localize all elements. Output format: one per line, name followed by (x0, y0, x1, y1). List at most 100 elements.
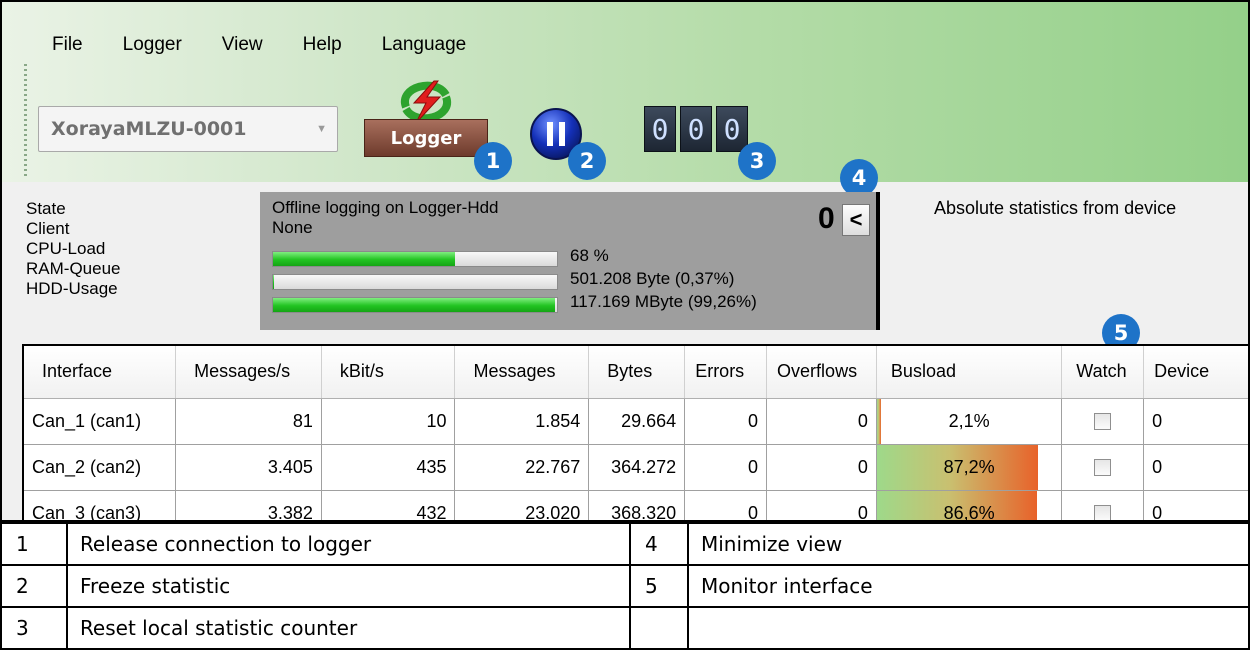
cell-errors: 0 (684, 490, 768, 520)
cell-kbit-per-s: 10 (321, 398, 456, 445)
legend-text: Freeze statistic (65, 564, 632, 608)
cell-watch (1061, 398, 1145, 445)
cell-overflows: 0 (766, 398, 877, 445)
legend-row: 1 Release connection to logger 4 Minimiz… (0, 522, 1250, 566)
col-header-interface[interactable]: Interface (24, 346, 177, 399)
toolbar-grip[interactable] (24, 64, 27, 176)
stats-panel: Offline logging on Logger-Hdd None 68 % … (260, 192, 880, 330)
cell-messages-per-s: 3.405 (175, 444, 322, 491)
cell-errors: 0 (684, 444, 768, 491)
cell-busload: 2,1% (876, 398, 1063, 445)
watch-checkbox[interactable] (1094, 413, 1112, 431)
legend-number (629, 606, 689, 650)
legend-text: Reset local statistic counter (65, 606, 632, 650)
cell-messages-per-s: 81 (175, 398, 322, 445)
legend-number: 3 (0, 606, 68, 650)
busload-value: 86,6% (943, 502, 995, 522)
menu-help[interactable]: Help (303, 34, 342, 56)
legend-row: 3 Reset local statistic counter (0, 606, 1250, 650)
cell-messages-per-s: 3.382 (175, 490, 322, 520)
cell-kbit-per-s: 432 (321, 490, 456, 520)
label-hdd-usage: HDD-Usage (26, 279, 118, 298)
logger-button-label: Logger (364, 119, 488, 157)
cell-busload: 86,6% (876, 490, 1063, 522)
cell-watch (1061, 444, 1145, 491)
stats-labels: State Client CPU-Load RAM-Queue HDD-Usag… (26, 199, 120, 299)
cpu-load-value: 68 % (570, 246, 609, 265)
app-screenshot: File Logger View Help Language XorayaMLZ… (0, 0, 1250, 522)
legend-text: Minimize view (686, 522, 1250, 566)
busload-value: 2,1% (948, 410, 990, 431)
legend-number: 5 (629, 564, 689, 608)
callout-badge-1: 1 (474, 142, 512, 180)
interface-statistics-table: Interface Messages/s kBit/s Messages Byt… (22, 344, 1248, 522)
col-header-bytes[interactable]: Bytes (588, 346, 686, 399)
col-header-overflows[interactable]: Overflows (766, 346, 877, 399)
col-header-device[interactable]: Device (1143, 346, 1248, 399)
chevron-down-icon: ▼ (316, 123, 327, 135)
busload-bar (876, 398, 881, 444)
table-row[interactable]: Can_3 (can3) 3.382 432 23.020 368.320 0 … (24, 490, 1248, 522)
cell-interface: Can_3 (can3) (24, 490, 177, 520)
counter-digit: 0 (644, 106, 676, 152)
label-client: Client (26, 219, 70, 238)
cpu-load-bar (272, 251, 558, 267)
legend-text: Release connection to logger (65, 522, 632, 566)
menu-file[interactable]: File (52, 34, 83, 56)
callout-badge-2: 2 (568, 142, 606, 180)
label-cpu-load: CPU-Load (26, 239, 106, 258)
col-header-messages[interactable]: Messages (454, 346, 590, 399)
legend-table: 1 Release connection to logger 4 Minimiz… (0, 522, 1250, 650)
logger-connection-button[interactable]: Logger (364, 77, 488, 159)
menu-bar: File Logger View Help Language (52, 34, 506, 56)
label-state: State (26, 199, 66, 218)
table-row[interactable]: Can_1 (can1) 81 10 1.854 29.664 0 0 2,1%… (24, 398, 1248, 445)
watch-checkbox[interactable] (1094, 505, 1112, 520)
legend-number: 1 (0, 522, 68, 566)
menu-language[interactable]: Language (382, 34, 467, 56)
table-row[interactable]: Can_2 (can2) 3.405 435 22.767 364.272 0 … (24, 444, 1248, 491)
statistic-counter-reset[interactable]: 0 0 0 (644, 106, 748, 152)
cell-device: 0 (1143, 444, 1248, 491)
label-ram-queue: RAM-Queue (26, 259, 121, 278)
col-header-watch[interactable]: Watch (1061, 346, 1145, 399)
cell-bytes: 29.664 (588, 398, 686, 445)
cell-errors: 0 (684, 398, 768, 445)
col-header-kbit-per-s[interactable]: kBit/s (321, 346, 456, 399)
callout-badge-3: 3 (738, 142, 776, 180)
cell-kbit-per-s: 435 (321, 444, 456, 491)
hdd-usage-fill (273, 298, 555, 312)
hdd-usage-bar (272, 297, 558, 313)
table-header-row: Interface Messages/s kBit/s Messages Byt… (24, 346, 1248, 399)
cell-device: 0 (1143, 490, 1248, 520)
hdd-usage-value: 117.169 MByte (99,26%) (570, 292, 757, 311)
toolbar: File Logger View Help Language XorayaMLZ… (2, 2, 1248, 182)
menu-logger[interactable]: Logger (123, 34, 182, 56)
absolute-statistics-label: Absolute statistics from device (934, 198, 1177, 218)
col-header-messages-per-s[interactable]: Messages/s (175, 346, 322, 399)
legend-number: 2 (0, 564, 68, 608)
stat-counter-value: 0 (818, 202, 835, 235)
cell-busload: 87,2% (876, 444, 1063, 491)
counter-digit: 0 (680, 106, 712, 152)
cell-bytes: 368.320 (588, 490, 686, 520)
watch-checkbox[interactable] (1094, 459, 1112, 477)
legend-text (686, 606, 1250, 650)
cell-messages: 1.854 (454, 398, 590, 445)
minimize-view-button[interactable]: < (842, 204, 870, 236)
device-select[interactable]: XorayaMLZU-0001 ▼ (38, 106, 338, 152)
menu-view[interactable]: View (222, 34, 263, 56)
cell-messages: 22.767 (454, 444, 590, 491)
ram-queue-bar (272, 274, 558, 290)
legend-number: 4 (629, 522, 689, 566)
cpu-load-fill (273, 252, 455, 266)
legend-row: 2 Freeze statistic 5 Monitor interface (0, 564, 1250, 608)
cell-interface: Can_2 (can2) (24, 444, 177, 491)
cell-overflows: 0 (766, 490, 877, 520)
col-header-busload[interactable]: Busload (876, 346, 1063, 399)
cell-watch (1061, 490, 1145, 520)
cell-interface: Can_1 (can1) (24, 398, 177, 445)
ram-queue-fill (273, 275, 275, 289)
col-header-errors[interactable]: Errors (684, 346, 768, 399)
cell-device: 0 (1143, 398, 1248, 445)
